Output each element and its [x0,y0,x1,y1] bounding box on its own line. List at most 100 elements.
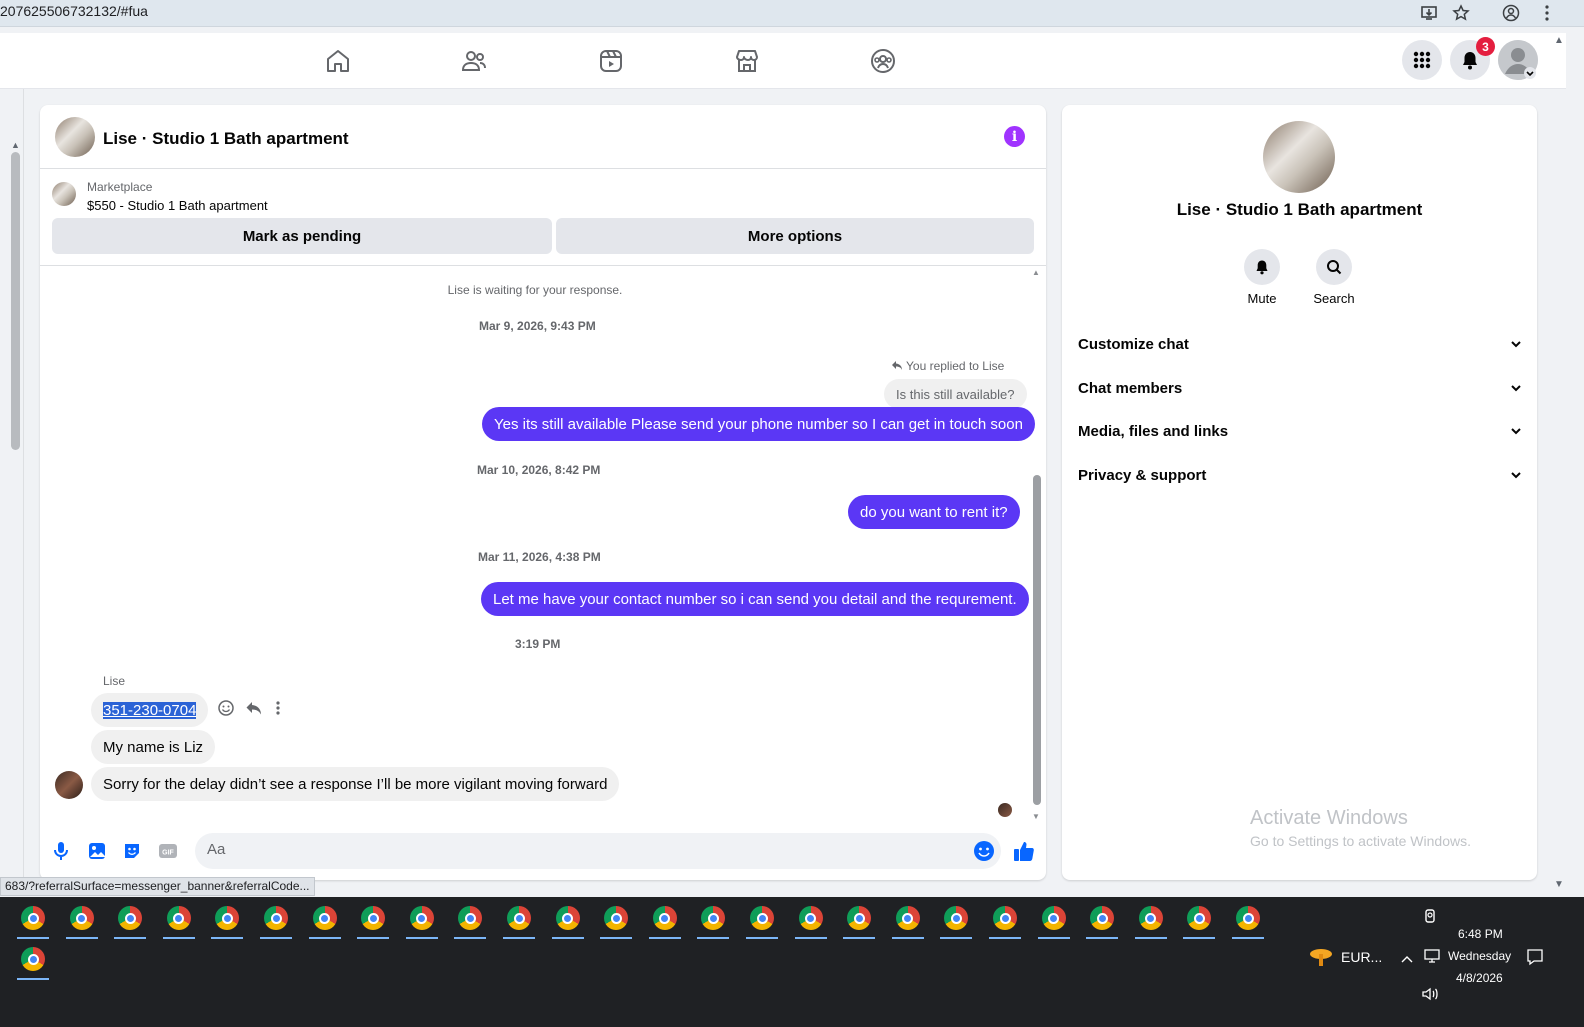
sticker-icon[interactable] [121,840,143,862]
scroll-up-icon[interactable]: ▲ [1032,268,1040,277]
react-emoji-icon[interactable] [217,699,235,722]
privacy-support-row[interactable]: Privacy & support [1078,453,1522,497]
page-scrollbar[interactable]: ▲ ▼ [1552,33,1566,893]
chrome-taskbar-icon[interactable] [452,900,488,939]
browser-url-bar[interactable]: 207625506732132/#fua [0,0,1584,27]
scroll-up-icon[interactable]: ▲ [1554,35,1564,46]
chrome-taskbar-icon[interactable] [64,900,100,939]
selected-phone-number[interactable]: 351-230-0704 [103,701,197,719]
scroll-down-icon[interactable]: ▼ [1554,879,1564,890]
chat-avatar[interactable] [55,117,95,157]
chrome-taskbar-icon[interactable] [1084,900,1120,939]
chrome-taskbar-icon[interactable] [112,900,148,939]
chrome-taskbar-icon[interactable] [1181,900,1217,939]
clock-date[interactable]: 4/8/2026 [1456,971,1503,985]
tray-chevron-up-icon[interactable] [1400,951,1414,969]
info-icon[interactable]: i [1004,126,1025,147]
notification-center-icon[interactable] [1526,948,1544,971]
mark-pending-button[interactable]: Mark as pending [52,218,552,254]
scroll-up-arrow-icon[interactable]: ▲ [11,140,20,150]
chrome-taskbar-icon[interactable] [355,900,391,939]
chrome-taskbar-icon[interactable] [550,900,586,939]
bell-icon [1463,52,1477,70]
marketplace-icon[interactable] [733,47,761,75]
network-icon[interactable] [1423,948,1441,969]
chrome-taskbar-icon[interactable] [258,900,294,939]
chevron-down-icon [1511,428,1521,435]
video-icon[interactable] [597,47,625,75]
search-icon[interactable] [1316,249,1352,285]
chrome-taskbar-icon[interactable] [1036,900,1072,939]
weather-icon[interactable] [1308,946,1334,973]
chevron-down-icon [1511,385,1521,392]
profile-photo[interactable] [1263,121,1335,193]
incoming-message[interactable]: Sorry for the delay didn’t see a respons… [91,767,620,801]
mute-button[interactable]: Mute [1232,249,1292,306]
account-button[interactable] [1498,40,1538,80]
chrome-taskbar-icon[interactable] [647,900,683,939]
home-icon[interactable] [324,47,352,75]
chrome-taskbar-icon[interactable] [695,900,731,939]
chrome-taskbar-icon[interactable] [744,900,780,939]
bookmark-star-icon[interactable] [1450,2,1472,24]
chat-scrollbar-thumb[interactable] [1033,475,1041,805]
listing-title[interactable]: $550 - Studio 1 Bath apartment [87,198,268,213]
weather-text[interactable]: EUR... [1341,949,1382,965]
gif-icon[interactable]: GIF [157,840,179,862]
grid-icon [1413,51,1431,69]
quoted-message[interactable]: Is this still available? [884,379,1027,409]
chrome-taskbar-icon[interactable] [1230,900,1266,939]
more-options-button[interactable]: More options [556,218,1034,254]
outgoing-message[interactable]: do you want to rent it? [848,495,1020,529]
outgoing-message[interactable]: Let me have your contact number so i can… [481,582,1029,616]
chrome-taskbar-icon[interactable] [15,941,51,980]
chat-title[interactable]: Lise · Studio 1 Bath apartment [103,129,349,149]
customize-chat-row[interactable]: Customize chat [1078,322,1522,366]
profile-icon[interactable] [1500,2,1522,24]
chrome-taskbar-icon[interactable] [598,900,634,939]
incoming-message[interactable]: My name is Liz [91,730,216,764]
chrome-taskbar-icon[interactable] [161,900,197,939]
groups-icon[interactable] [869,47,897,75]
chat-members-row[interactable]: Chat members [1078,366,1522,410]
chrome-taskbar-icon[interactable] [209,900,245,939]
like-icon[interactable] [1013,840,1035,862]
chrome-taskbar-icon[interactable] [938,900,974,939]
microphone-icon[interactable] [50,840,72,862]
friends-icon[interactable] [460,47,488,75]
chrome-taskbar-icon[interactable] [404,900,440,939]
chat-panel: Lise · Studio 1 Bath apartment i Marketp… [40,105,1046,880]
menu-grid-button[interactable] [1402,40,1442,80]
photo-icon[interactable] [86,840,108,862]
meet-now-icon[interactable] [1423,908,1439,929]
emoji-icon[interactable] [973,840,995,862]
browser-menu-icon[interactable] [1536,2,1558,24]
listing-thumbnail[interactable] [52,182,76,206]
left-scrollbar-thumb[interactable] [11,152,20,450]
outgoing-message[interactable]: Yes its still available Please send your… [482,407,1035,441]
bell-icon[interactable] [1244,249,1280,285]
reply-icon[interactable] [245,699,263,722]
marketplace-label: Marketplace [87,180,153,194]
install-app-icon[interactable] [1418,2,1440,24]
more-actions-icon[interactable] [275,699,281,722]
sender-avatar[interactable] [55,771,83,799]
incoming-message[interactable]: 351-230-0704 [91,693,209,727]
chrome-taskbar-icon[interactable] [15,900,51,939]
volume-icon[interactable] [1421,986,1441,1007]
message-input[interactable]: Aa [195,833,1001,869]
chrome-taskbar-icon[interactable] [501,900,537,939]
chrome-taskbar-icon[interactable] [793,900,829,939]
chrome-taskbar-icon[interactable] [1133,900,1169,939]
scroll-down-icon[interactable]: ▼ [1032,812,1040,821]
clock-time[interactable]: 6:48 PM [1458,927,1503,941]
chrome-taskbar-icon[interactable] [890,900,926,939]
activate-windows-subtitle: Go to Settings to activate Windows. [1250,833,1471,849]
chrome-taskbar-icon[interactable] [307,900,343,939]
chrome-taskbar-icon[interactable] [841,900,877,939]
url-text[interactable]: 207625506732132/#fua [0,3,148,19]
chrome-taskbar-icon[interactable] [987,900,1023,939]
clock-day[interactable]: Wednesday [1448,949,1511,963]
media-files-links-row[interactable]: Media, files and links [1078,409,1522,453]
search-button[interactable]: Search [1304,249,1364,306]
